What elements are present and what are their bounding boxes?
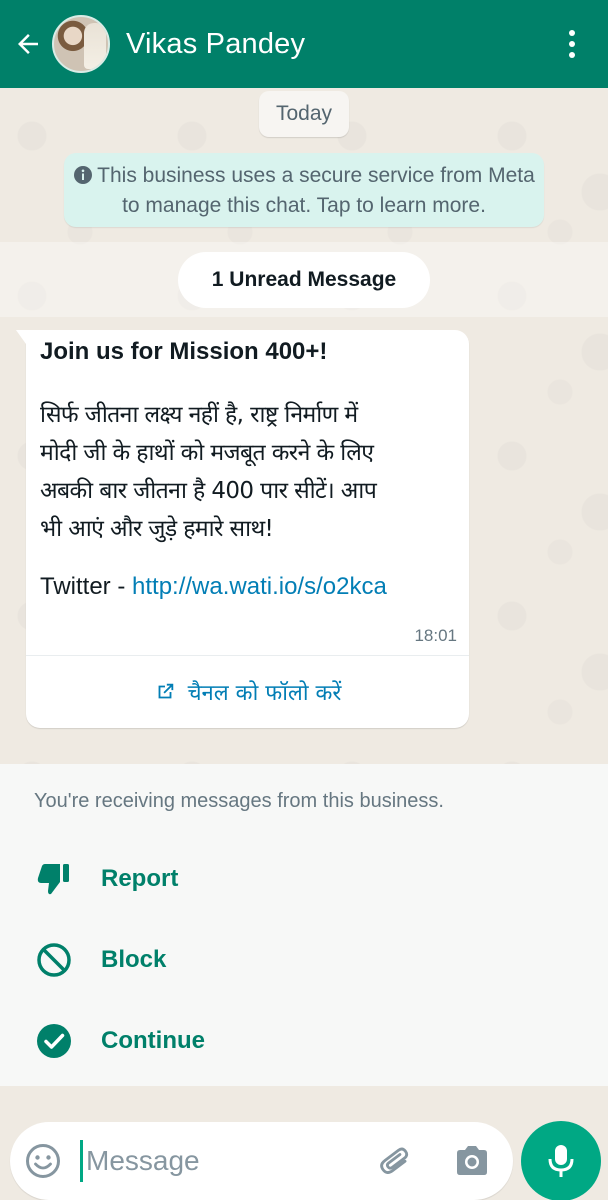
- message-composer[interactable]: [10, 1122, 513, 1200]
- continue-button[interactable]: Continue: [34, 1011, 574, 1071]
- paperclip-icon: [380, 1147, 409, 1174]
- block-icon: [34, 940, 74, 980]
- emoji-icon: [26, 1144, 60, 1178]
- chat-header: Vikas Pandey: [0, 0, 608, 88]
- system-message-text: This business uses a secure service from…: [97, 164, 535, 217]
- chat-area[interactable]: Today This business uses a secure servic…: [0, 88, 608, 764]
- message-body: सिर्फ जीतना लक्ष्य नहीं है, राष्ट्र निर्…: [40, 396, 460, 548]
- date-label: Today: [259, 91, 349, 137]
- message-bubble[interactable]: Join us for Mission 400+! सिर्फ जीतना लक…: [16, 330, 469, 728]
- camera-icon: [457, 1146, 487, 1175]
- message-input[interactable]: [86, 1132, 366, 1190]
- attach-button[interactable]: [377, 1142, 415, 1185]
- message-line: भी आएं और जुड़े हमारे साथ!: [40, 516, 274, 542]
- report-label: Report: [101, 865, 179, 892]
- external-link-icon: [154, 681, 176, 703]
- more-vertical-icon: [569, 30, 575, 58]
- menu-button[interactable]: [548, 0, 596, 88]
- business-note: You're receiving messages from this busi…: [34, 790, 444, 812]
- block-label: Block: [101, 946, 167, 973]
- encryption-notice[interactable]: This business uses a secure service from…: [64, 153, 544, 227]
- back-button[interactable]: [4, 0, 52, 88]
- info-icon: [73, 165, 93, 192]
- business-actions-panel: You're receiving messages from this busi…: [0, 764, 608, 1086]
- message-title: Join us for Mission 400+!: [40, 338, 328, 365]
- mic-icon: [548, 1145, 574, 1177]
- contact-name[interactable]: Vikas Pandey: [126, 28, 548, 61]
- block-button[interactable]: Block: [34, 930, 574, 990]
- camera-button[interactable]: [453, 1143, 491, 1184]
- voice-message-button[interactable]: [521, 1121, 601, 1200]
- message-line: मोदी जी के हाथों को मजबूत करने के लिए: [40, 440, 374, 466]
- twitter-line: Twitter - http://wa.wati.io/s/o2kca: [40, 573, 387, 601]
- thumbs-down-icon: [34, 859, 74, 899]
- follow-channel-label: चैनल को फॉलो करें: [187, 681, 342, 706]
- message-line: सिर्फ जीतना लक्ष्य नहीं है, राष्ट्र निर्…: [40, 402, 358, 428]
- emoji-button[interactable]: [24, 1142, 62, 1185]
- follow-channel-button[interactable]: चैनल को फॉलो करें: [26, 656, 469, 728]
- message-time: 18:01: [414, 626, 457, 645]
- check-circle-icon: [34, 1021, 74, 1061]
- twitter-prefix: Twitter -: [40, 573, 133, 600]
- twitter-link[interactable]: http://wa.wati.io/s/o2kca: [132, 573, 387, 600]
- continue-label: Continue: [101, 1027, 205, 1054]
- avatar[interactable]: [52, 15, 110, 73]
- message-line: अबकी बार जीतना है 400 पार सीटें। आप: [40, 478, 377, 504]
- arrow-left-icon: [18, 34, 38, 54]
- unread-label: 1 Unread Message: [178, 252, 430, 308]
- report-button[interactable]: Report: [34, 849, 574, 909]
- text-caret: [80, 1140, 83, 1182]
